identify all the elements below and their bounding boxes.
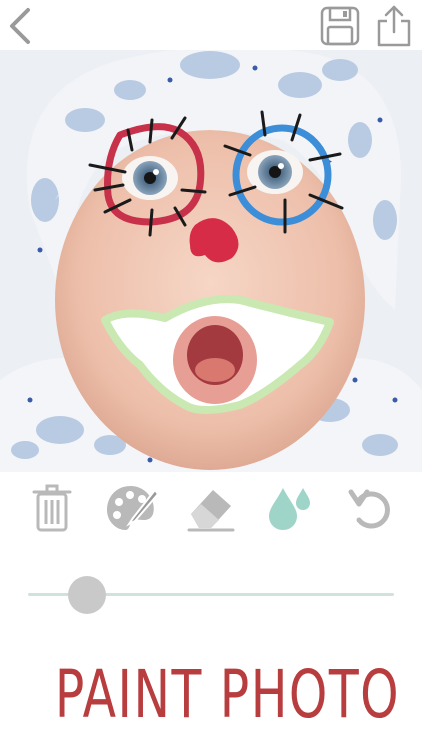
share-icon — [377, 5, 411, 47]
photo-canvas[interactable] — [0, 50, 422, 472]
water-drop-icon — [269, 488, 310, 530]
undo-button[interactable] — [343, 480, 399, 536]
eraser-icon — [187, 490, 235, 532]
color-palette-button[interactable] — [103, 480, 160, 536]
slider-thumb[interactable] — [67, 576, 106, 614]
back-button[interactable] — [0, 4, 44, 48]
share-button[interactable] — [372, 4, 416, 48]
chevron-left-icon — [10, 8, 30, 44]
brush-size-slider[interactable] — [28, 574, 394, 614]
clear-button[interactable] — [24, 480, 80, 536]
trash-icon — [32, 484, 72, 532]
palette-brush-icon — [107, 486, 160, 530]
baby-photo-illustration — [0, 50, 422, 472]
app-title: PAINT PHOTO — [54, 656, 401, 733]
floppy-disk-icon — [320, 6, 360, 46]
undo-icon — [348, 489, 390, 529]
top-bar — [0, 0, 422, 50]
save-button[interactable] — [318, 4, 362, 48]
paint-drop-button[interactable] — [263, 480, 319, 536]
tool-bar — [0, 478, 422, 538]
eraser-button[interactable] — [183, 480, 239, 536]
